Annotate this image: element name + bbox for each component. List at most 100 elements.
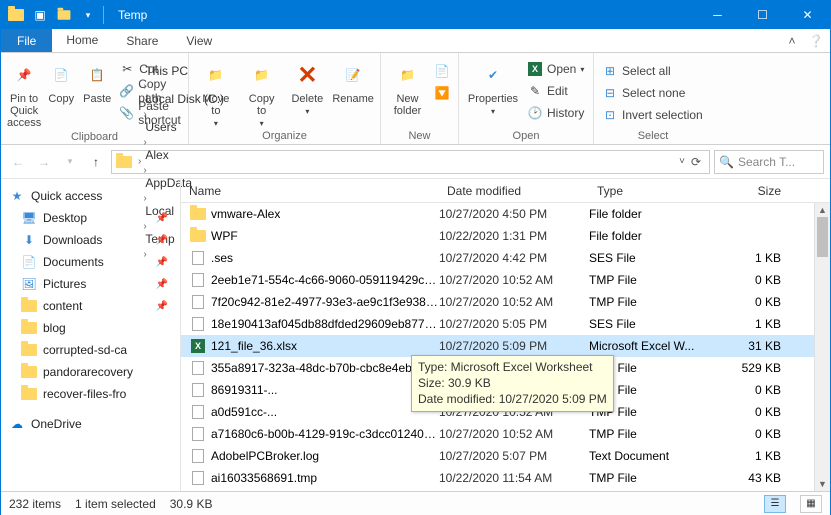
easy-access-button[interactable]: 🔽 <box>432 83 452 103</box>
file-size: 0 KB <box>719 405 781 419</box>
chevron-right-icon[interactable]: › <box>143 137 146 148</box>
qat-properties-icon[interactable]: ▣ <box>29 4 51 26</box>
new-folder-button[interactable]: 📁Newfolder <box>387 55 428 117</box>
chevron-right-icon[interactable]: › <box>143 109 146 120</box>
folder-icon <box>21 364 37 380</box>
help-icon[interactable]: ❔ <box>802 29 830 52</box>
ribbon: 📌Pin to Quickaccess 📄Copy 📋Paste ✂Cut 🔗C… <box>1 53 830 145</box>
nav-item[interactable]: 🖼Pictures📌 <box>3 273 178 295</box>
nav-recent-button[interactable]: ▾ <box>59 151 81 173</box>
minimize-button[interactable]: ─ <box>695 1 740 29</box>
file-row[interactable]: 2eeb1e71-554c-4c66-9060-059119429cbd...1… <box>181 269 830 291</box>
tab-share[interactable]: Share <box>112 29 172 52</box>
nav-item[interactable]: blog <box>3 317 178 339</box>
nav-item[interactable]: 📄Documents📌 <box>3 251 178 273</box>
tab-file[interactable]: File <box>1 29 52 52</box>
collapse-ribbon-icon[interactable]: ˄ <box>782 29 802 52</box>
file-row[interactable]: WPF10/22/2020 1:31 PMFile folder <box>181 225 830 247</box>
column-headers[interactable]: Name Date modified Type Size <box>181 179 830 203</box>
large-icons-view-button[interactable]: ▦ <box>800 495 822 513</box>
breadcrumb-segment[interactable]: Users <box>143 120 226 134</box>
open-button[interactable]: XOpen ▾ <box>525 59 586 79</box>
invert-selection-button[interactable]: ⊡Invert selection <box>600 105 705 125</box>
col-name[interactable]: Name <box>181 184 439 198</box>
file-date: 10/22/2020 1:31 PM <box>439 229 589 243</box>
nav-onedrive[interactable]: ☁OneDrive <box>3 413 178 435</box>
breadcrumb-segment[interactable]: Alex <box>143 148 226 162</box>
details-view-button[interactable]: ☰ <box>764 495 786 513</box>
file-row[interactable]: ai16033568691.tmp10/22/2020 11:54 AMTMP … <box>181 467 830 489</box>
qat-new-folder-icon[interactable] <box>53 4 75 26</box>
nav-back-button[interactable]: ← <box>7 151 29 173</box>
folder-icon <box>21 386 37 402</box>
history-button[interactable]: 🕑History <box>525 103 586 123</box>
copy-to-button[interactable]: 📁Copyto▾ <box>241 55 283 128</box>
breadcrumb-segment[interactable]: This PC <box>143 64 226 78</box>
file-row[interactable]: AdobelPCBroker.log10/27/2020 5:07 PMText… <box>181 445 830 467</box>
file-type: TMP File <box>589 273 719 287</box>
file-list[interactable]: vmware-Alex10/27/2020 4:50 PMFile folder… <box>181 203 830 491</box>
close-button[interactable]: ✕ <box>785 1 830 29</box>
folder-app-icon <box>5 4 27 26</box>
select-all-button[interactable]: ⊞Select all <box>600 61 705 81</box>
copy-button[interactable]: 📄Copy <box>45 55 77 105</box>
file-name: WPF <box>207 229 439 243</box>
file-row[interactable]: 18e190413af045db88dfded29609eb877.db...1… <box>181 313 830 335</box>
nav-item[interactable]: pandorarecovery <box>3 361 178 383</box>
tab-view[interactable]: View <box>172 29 226 52</box>
nav-item[interactable]: ⬇Downloads📌 <box>3 229 178 251</box>
maximize-button[interactable]: ☐ <box>740 1 785 29</box>
scroll-thumb[interactable] <box>817 217 828 257</box>
nav-forward-button[interactable]: → <box>33 151 55 173</box>
address-bar[interactable]: › This PC›Local Disk (C:)›Users›Alex›App… <box>111 150 710 174</box>
nav-up-button[interactable]: ↑ <box>85 151 107 173</box>
delete-button[interactable]: ✕Delete▾ <box>287 55 329 116</box>
nav-item[interactable]: content📌 <box>3 295 178 317</box>
edit-button[interactable]: ✎Edit <box>525 81 586 101</box>
file-list-pane: Name Date modified Type Size vmware-Alex… <box>181 179 830 491</box>
scroll-up-icon[interactable]: ▲ <box>815 203 830 217</box>
folder-icon <box>189 206 207 222</box>
file-row[interactable]: 7f20c942-81e2-4977-93e3-ae9c1f3e9384.t..… <box>181 291 830 313</box>
pin-to-quick-access-button[interactable]: 📌Pin to Quickaccess <box>7 55 41 129</box>
nav-item[interactable]: 🖥Desktop📌 <box>3 207 178 229</box>
file-size: 0 KB <box>719 383 781 397</box>
file-row[interactable]: a71680c6-b00b-4129-919c-c3dcc0124031...1… <box>181 423 830 445</box>
new-item-button[interactable]: 📄 <box>432 61 452 81</box>
refresh-icon[interactable]: ⟳ <box>687 155 705 169</box>
select-none-button[interactable]: ⊟Select none <box>600 83 705 103</box>
chevron-right-icon[interactable]: › <box>143 165 146 176</box>
address-dropdown-icon[interactable]: ˅ <box>679 156 685 167</box>
file-icon <box>189 294 207 310</box>
file-size: 0 KB <box>719 273 781 287</box>
col-type[interactable]: Type <box>589 184 719 198</box>
file-icon <box>189 382 207 398</box>
tab-home[interactable]: Home <box>52 29 112 52</box>
col-size[interactable]: Size <box>719 184 789 198</box>
file-date: 10/27/2020 4:50 PM <box>439 207 589 221</box>
search-box[interactable]: 🔍 Search T... <box>714 150 824 174</box>
paste-button[interactable]: 📋Paste <box>81 55 113 105</box>
file-row[interactable]: vmware-Alex10/27/2020 4:50 PMFile folder <box>181 203 830 225</box>
file-name: 2eeb1e71-554c-4c66-9060-059119429cbd... <box>207 273 439 287</box>
file-icon <box>189 316 207 332</box>
qat-dropdown-icon[interactable]: ▾ <box>77 4 99 26</box>
file-size: 1 KB <box>719 449 781 463</box>
file-type: TMP File <box>589 427 719 441</box>
file-row[interactable]: .ses10/27/2020 4:42 PMSES File1 KB <box>181 247 830 269</box>
folder-icon <box>189 228 207 244</box>
col-date[interactable]: Date modified <box>439 184 589 198</box>
nav-item[interactable]: corrupted-sd-ca <box>3 339 178 361</box>
file-row[interactable]: X121_file_36.xlsx10/27/2020 5:09 PMMicro… <box>181 335 830 357</box>
breadcrumb-segment[interactable]: Local Disk (C:) <box>143 92 226 106</box>
properties-button[interactable]: ✔Properties▾ <box>465 55 521 116</box>
rename-button[interactable]: 📝Rename <box>332 55 374 105</box>
navigation-pane[interactable]: ★Quick access 🖥Desktop📌⬇Downloads📌📄Docum… <box>1 179 181 491</box>
file-date: 10/27/2020 10:52 AM <box>439 427 589 441</box>
nav-quick-access[interactable]: ★Quick access <box>3 185 178 207</box>
scrollbar-vertical[interactable]: ▲ ▼ <box>814 203 830 491</box>
chevron-right-icon[interactable]: › <box>143 81 146 92</box>
scroll-down-icon[interactable]: ▼ <box>815 477 830 491</box>
nav-item[interactable]: recover-files-fro <box>3 383 178 405</box>
pin-icon: 📌 <box>156 279 174 290</box>
